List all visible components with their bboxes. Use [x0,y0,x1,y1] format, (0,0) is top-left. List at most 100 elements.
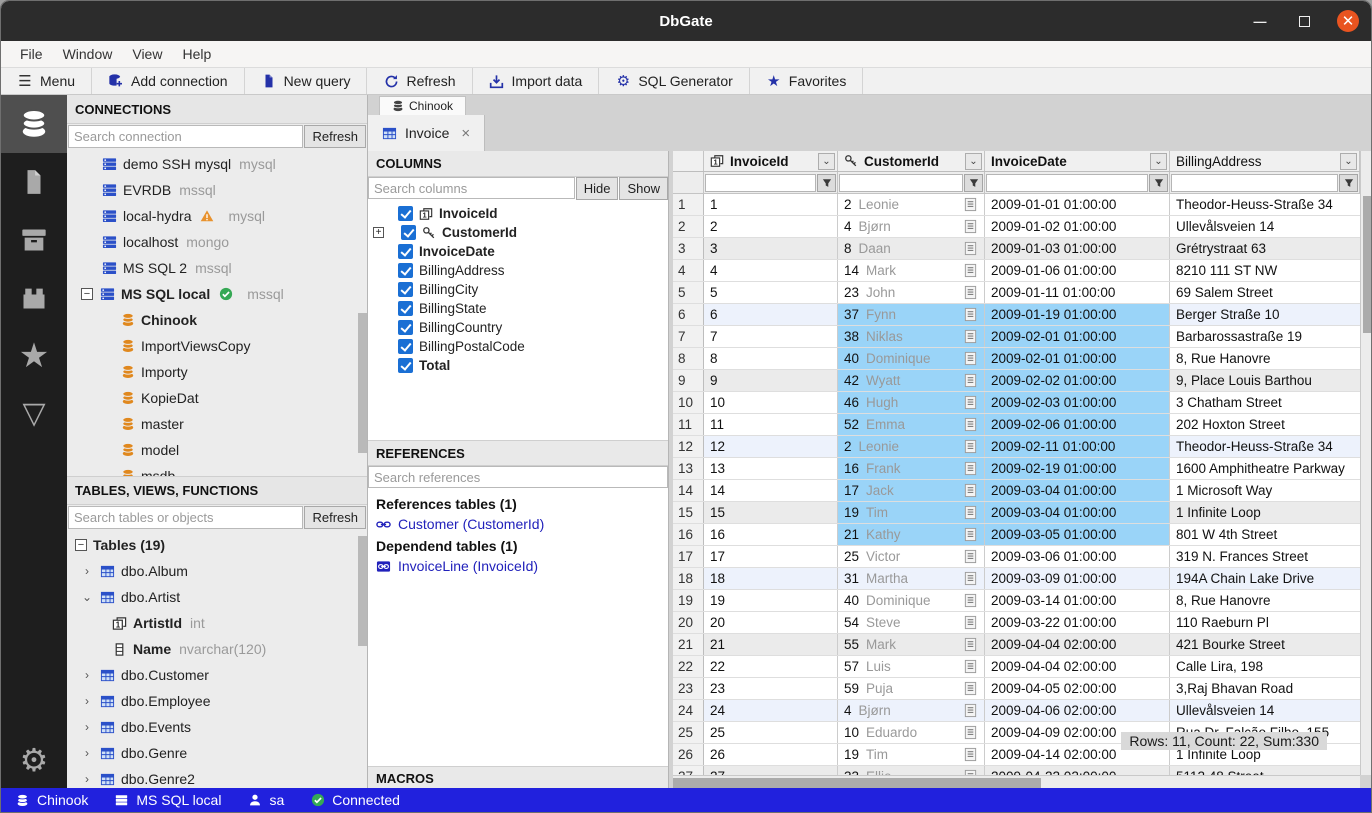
cell-customerid[interactable]: 14Mark [838,260,985,281]
connection-item-chinook[interactable]: Chinook [67,307,367,333]
cell-invoiceid[interactable]: 17 [704,546,838,567]
cell-billingaddress[interactable]: 8, Rue Hanovre [1170,590,1360,611]
tree-item-dbo-employee[interactable]: ›dbo.Employee [67,688,367,714]
references-search-input[interactable] [368,466,668,488]
cell-invoiceid[interactable]: 25 [704,722,838,743]
column-item-billingcountry[interactable]: BillingCountry [368,318,668,337]
connections-search-input[interactable] [68,125,303,148]
cell-billingaddress[interactable]: Ullevålsveien 14 [1170,216,1360,237]
cell-invoiceid[interactable]: 19 [704,590,838,611]
add-connection-button[interactable]: Add connection [92,68,245,94]
cell-billingaddress[interactable]: 319 N. Frances Street [1170,546,1360,567]
column-checkbox[interactable] [398,244,413,259]
lookup-document-icon[interactable] [963,241,978,257]
tree-item-dbo-artist[interactable]: ⌄dbo.Artist [67,584,367,610]
filter-input-invoicedate[interactable] [986,174,1148,192]
columns-search-input[interactable] [368,177,575,199]
lookup-document-icon[interactable] [963,527,978,543]
lookup-document-icon[interactable] [963,681,978,697]
tab-invoice[interactable]: Invoice × [368,115,485,151]
lookup-document-icon[interactable] [963,549,978,565]
status-sa[interactable]: sa [247,792,284,808]
tree-item-dbo-events[interactable]: ›dbo.Events [67,714,367,740]
cell-billingaddress[interactable]: 1 Infinite Loop [1170,502,1360,523]
connection-item-evrdb[interactable]: EVRDBmssql [67,177,367,203]
collapse-icon[interactable]: − [75,539,87,551]
menu-window[interactable]: Window [54,43,122,65]
cell-invoicedate[interactable]: 2009-02-11 01:00:00 [985,436,1170,457]
cell-invoiceid[interactable]: 14 [704,480,838,501]
cell-customerid[interactable]: 46Hugh [838,392,985,413]
chevron-down-icon[interactable]: ⌄ [81,590,93,604]
cell-invoiceid[interactable]: 8 [704,348,838,369]
cell-invoiceid[interactable]: 3 [704,238,838,259]
cell-invoiceid[interactable]: 1 [704,194,838,215]
filter-funnel-icon[interactable] [817,174,836,192]
cell-invoicedate[interactable]: 2009-04-22 02:00:00 [985,766,1170,775]
new-query-button[interactable]: New query [245,68,368,94]
grid-header-customerid[interactable]: CustomerId⌄ [838,151,985,171]
cell-invoicedate[interactable]: 2009-01-19 01:00:00 [985,304,1170,325]
cell-invoicedate[interactable]: 2009-03-05 01:00:00 [985,524,1170,545]
cell-customerid[interactable]: 52Emma [838,414,985,435]
column-item-billingstate[interactable]: BillingState [368,299,668,318]
lookup-document-icon[interactable] [963,307,978,323]
cell-billingaddress[interactable]: Barbarossastraße 19 [1170,326,1360,347]
cell-billingaddress[interactable]: Theodor-Heuss-Straße 34 [1170,436,1360,457]
cell-billingaddress[interactable]: 69 Salem Street [1170,282,1360,303]
column-item-customerid[interactable]: +CustomerId [368,223,668,242]
status-ms-sql-local[interactable]: MS SQL local [114,792,221,808]
cell-invoiceid[interactable]: 22 [704,656,838,677]
lookup-document-icon[interactable] [963,329,978,345]
lookup-document-icon[interactable] [963,439,978,455]
rail-item-plugins[interactable] [1,269,67,327]
status-connected[interactable]: Connected [310,792,400,808]
cell-customerid[interactable]: 16Frank [838,458,985,479]
column-item-invoiceid[interactable]: 1InvoiceId [368,204,668,223]
tree-item-artistid[interactable]: 1ArtistIdint [67,610,367,636]
cell-customerid[interactable]: 21Kathy [838,524,985,545]
cell-customerid[interactable]: 19Tim [838,502,985,523]
cell-billingaddress[interactable]: 8210 111 ST NW [1170,260,1360,281]
cell-invoicedate[interactable]: 2009-02-19 01:00:00 [985,458,1170,479]
reference-link-customer--customerid-[interactable]: Customer (CustomerId) [376,516,660,532]
lookup-document-icon[interactable] [963,461,978,477]
cell-invoicedate[interactable]: 2009-01-01 01:00:00 [985,194,1170,215]
columns-show-button[interactable]: Show [619,177,668,200]
cell-billingaddress[interactable]: 8, Rue Hanovre [1170,348,1360,369]
cell-invoicedate[interactable]: 2009-03-04 01:00:00 [985,502,1170,523]
menu-button[interactable]: ☰Menu [1,68,92,94]
cell-invoicedate[interactable]: 2009-01-11 01:00:00 [985,282,1170,303]
lookup-document-icon[interactable] [963,285,978,301]
cell-customerid[interactable]: 42Wyatt [838,370,985,391]
minimize-button[interactable]: — [1249,10,1271,32]
maximize-button[interactable] [1293,10,1315,32]
cell-invoiceid[interactable]: 26 [704,744,838,765]
cell-billingaddress[interactable]: 801 W 4th Street [1170,524,1360,545]
lookup-document-icon[interactable] [963,197,978,213]
cell-invoiceid[interactable]: 24 [704,700,838,721]
favorites-button[interactable]: ★Favorites [750,68,864,94]
lookup-document-icon[interactable] [963,263,978,279]
cell-invoicedate[interactable]: 2009-01-06 01:00:00 [985,260,1170,281]
grid-header-billingaddress[interactable]: BillingAddress⌄ [1170,151,1360,171]
vertical-scrollbar[interactable] [1360,151,1372,775]
tree-item-dbo-genre[interactable]: ›dbo.Genre [67,740,367,766]
vertical-scrollbar-thumb[interactable] [1363,196,1372,333]
cell-invoicedate[interactable]: 2009-03-22 01:00:00 [985,612,1170,633]
reference-link-invoiceline--invoiceid-[interactable]: InvoiceLine (InvoiceId) [376,558,660,574]
connection-item-ms-sql-local[interactable]: −MS SQL localmssql [67,281,367,307]
cell-billingaddress[interactable]: 3,Raj Bhavan Road [1170,678,1360,699]
connection-item-model[interactable]: model [67,437,367,463]
cell-customerid[interactable]: 40Dominique [838,590,985,611]
connection-item-master[interactable]: master [67,411,367,437]
chevron-right-icon[interactable]: › [81,746,93,760]
cell-customerid[interactable]: 8Daan [838,238,985,259]
lookup-document-icon[interactable] [963,659,978,675]
column-checkbox[interactable] [398,320,413,335]
cell-invoicedate[interactable]: 2009-02-01 01:00:00 [985,348,1170,369]
lookup-document-icon[interactable] [963,593,978,609]
lookup-document-icon[interactable] [963,351,978,367]
lookup-document-icon[interactable] [963,219,978,235]
cell-customerid[interactable]: 54Steve [838,612,985,633]
